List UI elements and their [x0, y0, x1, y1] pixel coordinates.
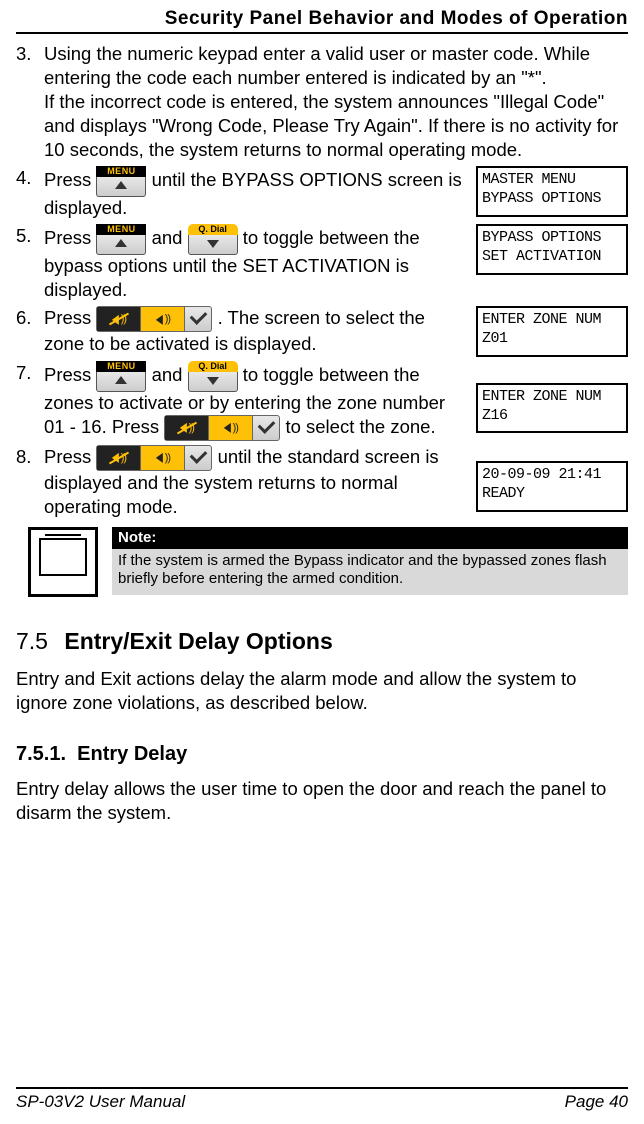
- lcd-line: SET ACTIVATION: [482, 248, 622, 267]
- menu-label: MENU: [96, 361, 146, 372]
- text-fragment: to select the zone.: [285, 416, 435, 437]
- step-number: 4.: [16, 166, 44, 220]
- footer-rule: [16, 1087, 628, 1089]
- header-title: Security Panel Behavior and Modes of Ope…: [16, 8, 628, 32]
- subsection-number: 7.5.1.: [16, 743, 66, 765]
- step-body: Using the numeric keypad enter a valid u…: [44, 42, 628, 162]
- menu-up-button-icon: MENU: [96, 361, 146, 391]
- lcd-line: ENTER ZONE NUM: [482, 311, 622, 330]
- lcd-line: MASTER MENU: [482, 171, 622, 190]
- step-5: 5. Press MENU and Q. Dial to t: [16, 224, 628, 302]
- text-fragment: Press: [44, 169, 96, 190]
- footer-right: Page 40: [565, 1092, 628, 1112]
- text-fragment: Press: [44, 307, 96, 328]
- sound-check-button-icon: )) )): [96, 306, 212, 332]
- section-number: 7.5: [16, 628, 48, 654]
- step-body: Press )) )) until the standard screen is…: [44, 445, 628, 519]
- step-number: 6.: [16, 306, 44, 357]
- content: 3. Using the numeric keypad enter a vali…: [16, 42, 628, 825]
- step-body: Press MENU and Q. Dial to toggle between…: [44, 224, 628, 302]
- text-fragment: and: [152, 364, 188, 385]
- text-fragment: Press: [44, 446, 96, 467]
- note-text: If the system is armed the Bypass indica…: [112, 549, 628, 596]
- lcd-screen: ENTER ZONE NUM Z01: [476, 306, 628, 357]
- section-heading: 7.5 Entry/Exit Delay Options: [16, 627, 628, 657]
- step-text: Press )) )) . The screen to select the z…: [44, 306, 470, 357]
- menu-up-button-icon: MENU: [96, 166, 146, 196]
- note-box: Note: If the system is armed the Bypass …: [28, 527, 628, 597]
- step-text: Press MENU and Q. Dial to toggle between…: [44, 361, 470, 441]
- lcd-screen: BYPASS OPTIONS SET ACTIVATION: [476, 224, 628, 275]
- lcd-line: ENTER ZONE NUM: [482, 388, 622, 407]
- step-body: Press MENU and Q. Dial to toggle between…: [44, 361, 628, 441]
- lcd-line: Z16: [482, 407, 622, 426]
- step-number: 7.: [16, 361, 44, 441]
- step-8: 8. Press )) )) until the standard screen…: [16, 445, 628, 519]
- lcd-line: READY: [482, 485, 622, 504]
- subsection-para: Entry delay allows the user time to open…: [16, 777, 628, 825]
- subsection-heading: 7.5.1. Entry Delay: [16, 741, 628, 767]
- lcd-screen: MASTER MENU BYPASS OPTIONS: [476, 166, 628, 217]
- lcd-screen: 20-09-09 21:41 READY: [476, 461, 628, 512]
- footer: SP-03V2 User Manual Page 40: [16, 1087, 628, 1112]
- qdial-down-button-icon: Q. Dial: [188, 361, 238, 391]
- qdial-label: Q. Dial: [188, 224, 238, 235]
- text-fragment: Press: [44, 227, 96, 248]
- qdial-label: Q. Dial: [188, 361, 238, 372]
- text-fragment: and: [152, 227, 188, 248]
- qdial-down-button-icon: Q. Dial: [188, 224, 238, 254]
- lcd-line: BYPASS OPTIONS: [482, 190, 622, 209]
- note-content: Note: If the system is armed the Bypass …: [112, 527, 628, 597]
- step-text: Press )) )) until the standard screen is…: [44, 445, 470, 519]
- section-title: Entry/Exit Delay Options: [64, 628, 332, 654]
- text-fragment: Press: [44, 364, 96, 385]
- step-number: 5.: [16, 224, 44, 302]
- sound-check-button-icon: )) )): [164, 415, 280, 441]
- menu-label: MENU: [96, 224, 146, 235]
- lcd-line: Z01: [482, 330, 622, 349]
- step-text: Press MENU and Q. Dial to toggle between…: [44, 224, 470, 302]
- step-body: Press )) )) . The screen to select the z…: [44, 306, 628, 357]
- lcd-line: 20-09-09 21:41: [482, 466, 622, 485]
- step-text: Press MENU until the BYPASS OPTIONS scre…: [44, 166, 470, 220]
- step-number: 8.: [16, 445, 44, 519]
- step-list: 3. Using the numeric keypad enter a vali…: [16, 42, 628, 519]
- header-rule: [16, 32, 628, 34]
- step-text: Using the numeric keypad enter a valid u…: [44, 43, 618, 160]
- step-7: 7. Press MENU and Q. Dial to t: [16, 361, 628, 441]
- note-icon: [28, 527, 98, 597]
- step-number: 3.: [16, 42, 44, 162]
- lcd-screen: ENTER ZONE NUM Z16: [476, 383, 628, 434]
- step-6: 6. Press )) )) . The screen to select th…: [16, 306, 628, 357]
- menu-up-button-icon: MENU: [96, 224, 146, 254]
- step-4: 4. Press MENU until the BYPASS OPTIONS s…: [16, 166, 628, 220]
- lcd-line: BYPASS OPTIONS: [482, 229, 622, 248]
- page: Security Panel Behavior and Modes of Ope…: [0, 0, 644, 1124]
- note-label: Note:: [112, 527, 628, 549]
- section-para: Entry and Exit actions delay the alarm m…: [16, 667, 628, 715]
- step-3: 3. Using the numeric keypad enter a vali…: [16, 42, 628, 162]
- subsection-title: Entry Delay: [77, 743, 187, 765]
- sound-check-button-icon: )) )): [96, 445, 212, 471]
- step-body: Press MENU until the BYPASS OPTIONS scre…: [44, 166, 628, 220]
- menu-label: MENU: [96, 166, 146, 177]
- footer-left: SP-03V2 User Manual: [16, 1092, 185, 1112]
